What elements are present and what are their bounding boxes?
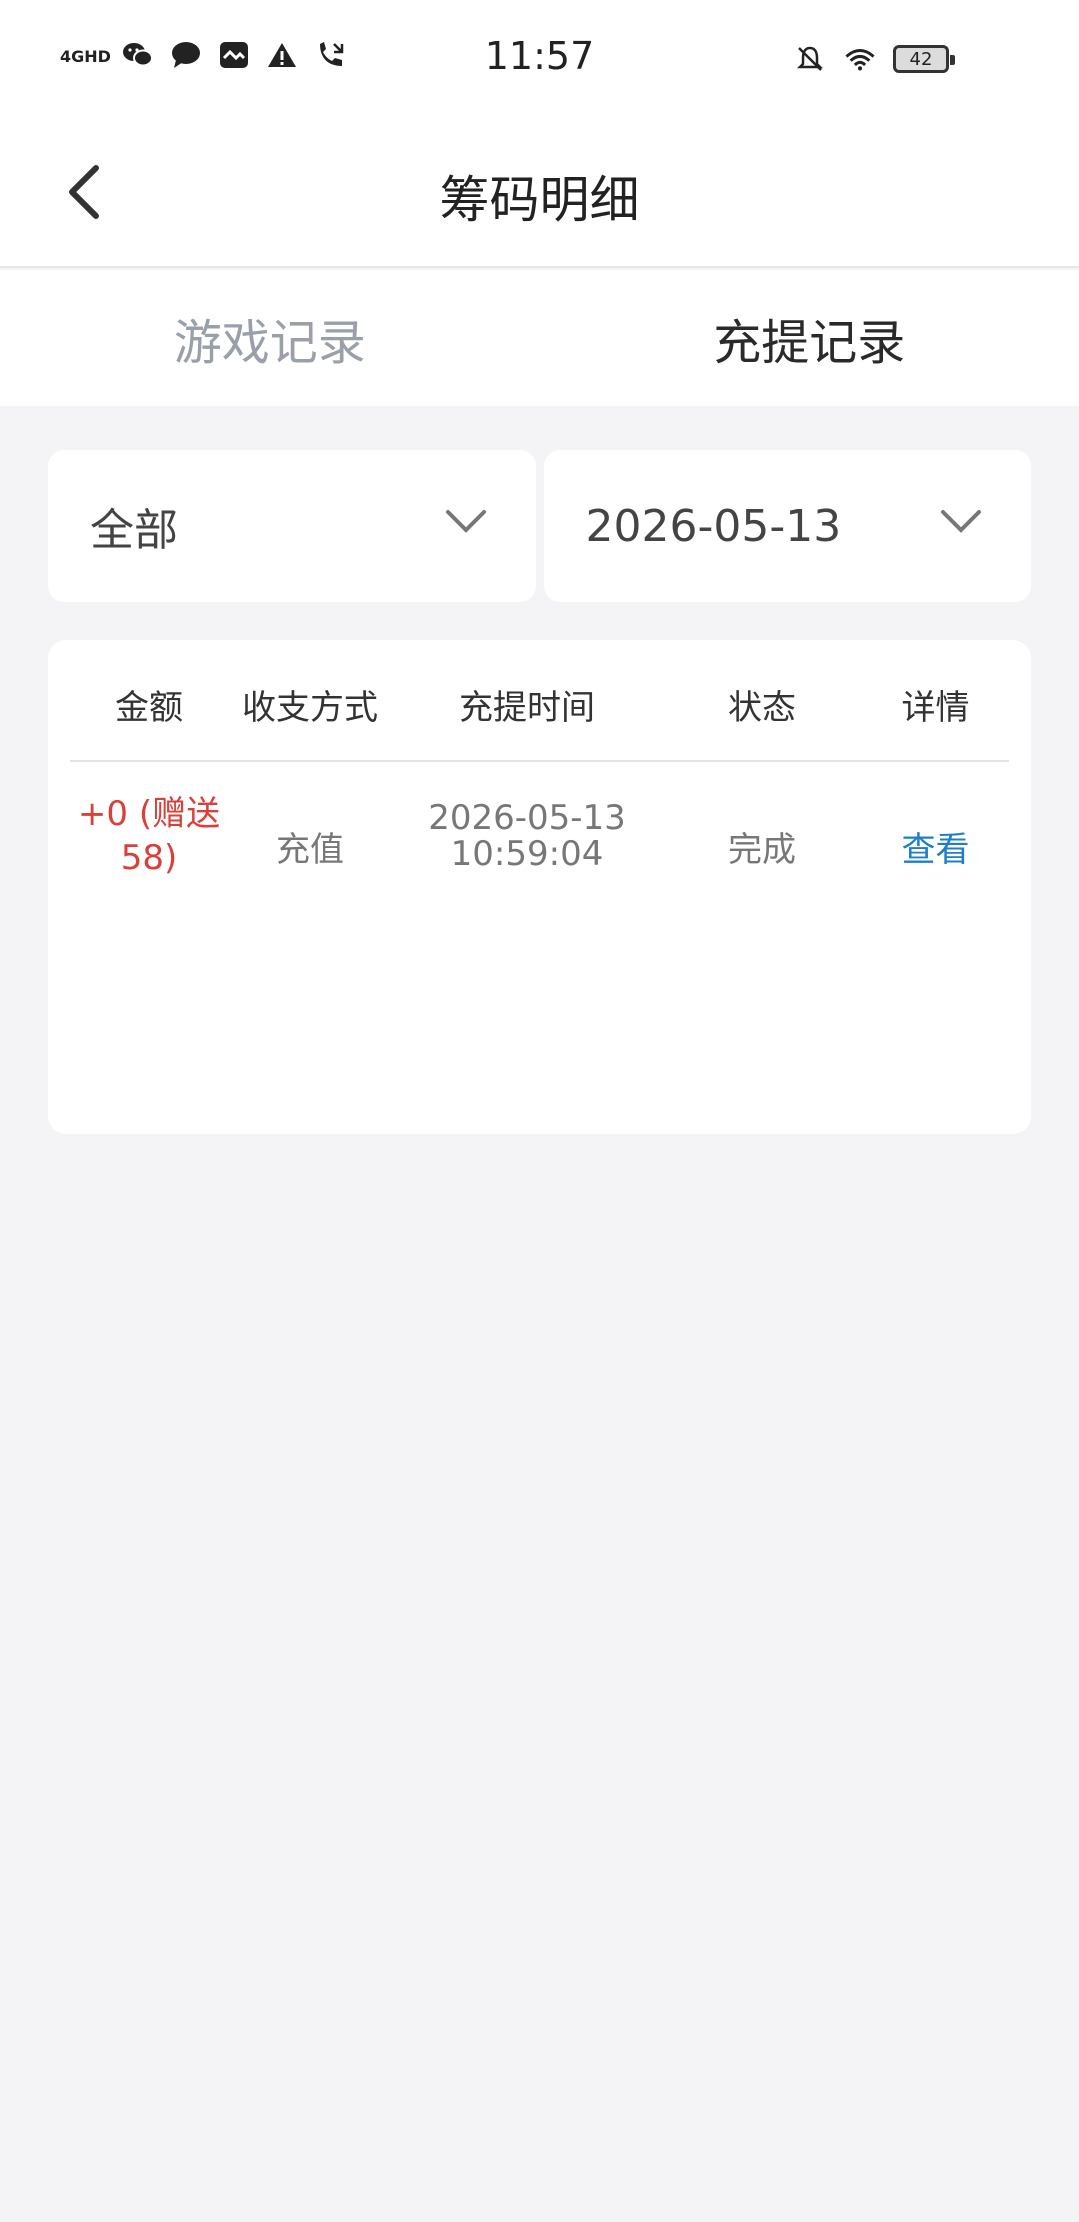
chevron-down-icon (941, 510, 981, 533)
row-time: 2026-05-13 10:59:04 (392, 800, 662, 872)
status-icons-right: 42 (793, 42, 955, 76)
view-detail-link[interactable]: 查看 (862, 822, 1009, 871)
row-amount: +0 (赠送 58) (77, 794, 221, 878)
date-filter-value: 2026-05-13 (585, 500, 842, 552)
page-title: 筹码明细 (439, 171, 640, 229)
chevron-down-icon (445, 510, 486, 533)
filter-row: 全部 2026-05-13 (48, 450, 1031, 602)
header-amount: 金额 (115, 688, 183, 728)
wifi-icon (843, 42, 877, 76)
row-status: 完成 (728, 830, 796, 870)
header-status: 状态 (728, 688, 796, 728)
records-table-card: 金额 收支方式 充提时间 状态 详情 +0 (赠送 58) 充值 2026-05… (48, 640, 1031, 1134)
header-time: 充提时间 (459, 688, 595, 728)
type-filter-value: 全部 (90, 505, 178, 556)
navigation-bar: 筹码明细 (0, 120, 1079, 268)
header-detail: 详情 (901, 688, 970, 728)
row-time-line: 10:59:04 (450, 834, 604, 874)
type-filter-dropdown[interactable]: 全部 (48, 450, 536, 602)
table-header: 金额 收支方式 充提时间 状态 详情 (70, 640, 1009, 762)
row-method: 充值 (276, 830, 344, 870)
table-row: +0 (赠送 58) 充值 2026-05-13 10:59:04 完成 查看 (70, 792, 1009, 922)
date-filter-dropdown[interactable]: 2026-05-13 (543, 450, 1031, 602)
tab-game-records[interactable]: 游戏记录 (0, 270, 540, 406)
battery-icon: 42 (893, 45, 955, 73)
mute-bell-icon (793, 42, 827, 76)
tab-bar: 游戏记录 充提记录 (0, 270, 1079, 406)
header-method: 收支方式 (242, 688, 378, 728)
tab-deposit-withdraw-records[interactable]: 充提记录 (540, 270, 1079, 406)
status-bar: 4GHD 11:57 42 (0, 0, 1079, 120)
row-date-line: 2026-05-13 (428, 798, 626, 838)
